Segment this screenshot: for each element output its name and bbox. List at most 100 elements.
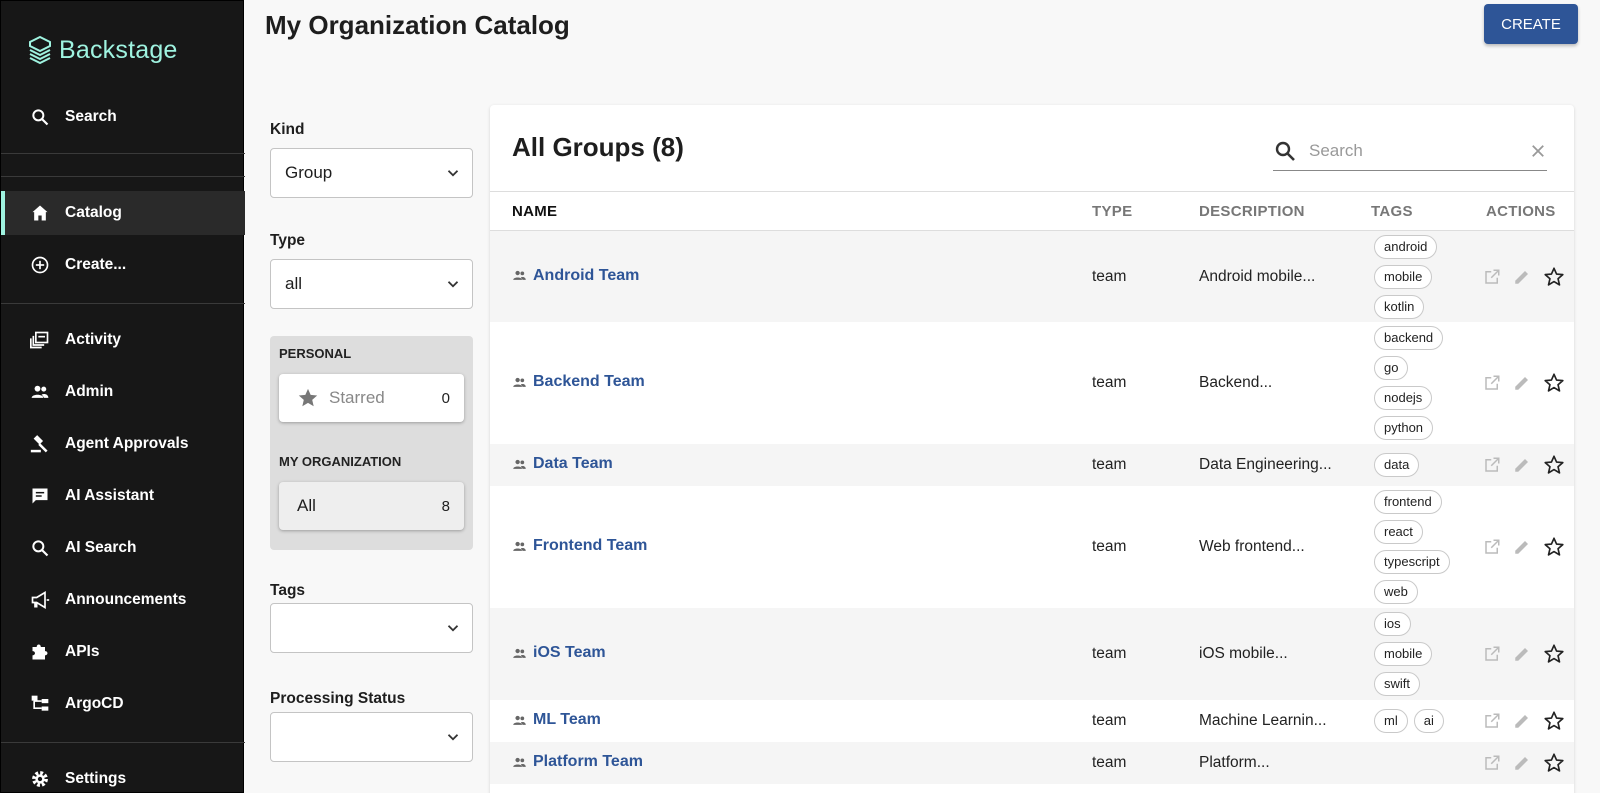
view-external-icon[interactable] xyxy=(1482,373,1502,393)
group-tags: frontend react typescript web xyxy=(1374,490,1450,604)
tag-chip: kotlin xyxy=(1374,295,1425,319)
group-description: Platform... xyxy=(1199,754,1270,771)
column-header-type[interactable]: TYPE xyxy=(1092,203,1132,220)
table-search-input[interactable] xyxy=(1309,140,1509,161)
star-icon[interactable] xyxy=(1542,265,1566,289)
view-external-icon[interactable] xyxy=(1482,537,1502,557)
group-name: Frontend Team xyxy=(533,537,648,554)
sidebar-item-argocd[interactable]: ArgoCD xyxy=(1,682,245,726)
table-row: Platform Team team Platform... xyxy=(490,742,1574,784)
sidebar-item-announcements[interactable]: Announcements xyxy=(1,578,245,622)
view-external-icon[interactable] xyxy=(1482,267,1502,287)
search-icon xyxy=(1275,141,1295,161)
group-type: team xyxy=(1092,712,1127,729)
type-select[interactable]: all xyxy=(270,259,473,309)
app-name: Backstage xyxy=(59,35,178,64)
star-icon[interactable] xyxy=(1542,535,1566,559)
sidebar-item-label: Announcements xyxy=(65,591,187,608)
edit-icon[interactable] xyxy=(1512,711,1532,731)
group-tags: ios mobile swift xyxy=(1374,612,1433,696)
edit-icon[interactable] xyxy=(1512,644,1532,664)
group-icon xyxy=(513,648,526,658)
gear-icon xyxy=(29,768,51,790)
user-list-picker: PERSONAL Starred 0 MY ORGANIZATION All 8 xyxy=(270,336,473,550)
star-icon[interactable] xyxy=(1542,642,1566,666)
sidebar-item-apis[interactable]: APIs xyxy=(1,630,245,674)
star-icon[interactable] xyxy=(1542,453,1566,477)
sidebar-item-admin[interactable]: Admin xyxy=(1,370,245,414)
starred-filter[interactable]: Starred 0 xyxy=(279,374,464,422)
kind-select-value: Group xyxy=(285,163,333,182)
sidebar-item-settings[interactable]: Settings xyxy=(1,757,245,793)
view-external-icon[interactable] xyxy=(1482,711,1502,731)
group-name-link[interactable]: Platform Team xyxy=(512,753,643,771)
column-header-name[interactable]: NAME xyxy=(512,203,557,220)
tag-chip: android xyxy=(1374,235,1438,259)
tag-chip: ml xyxy=(1374,709,1408,733)
page-title: My Organization Catalog xyxy=(265,10,570,40)
backstage-logo[interactable]: Backstage xyxy=(27,35,178,65)
group-name-link[interactable]: iOS Team xyxy=(512,644,606,662)
group-name-link[interactable]: Frontend Team xyxy=(512,537,647,555)
row-actions xyxy=(1482,265,1566,289)
group-name-link[interactable]: ML Team xyxy=(512,711,601,729)
star-icon[interactable] xyxy=(1542,371,1566,395)
tag-chip: web xyxy=(1374,580,1418,604)
edit-icon[interactable] xyxy=(1512,537,1532,557)
sidebar-item-catalog[interactable]: Catalog xyxy=(1,191,245,235)
edit-icon[interactable] xyxy=(1512,373,1532,393)
sidebar-item-activity[interactable]: Activity xyxy=(1,318,245,362)
group-type: team xyxy=(1092,754,1127,771)
table-row: Backend Team team Backend... backend go nodej… xyxy=(490,322,1574,444)
sidebar-item-ai-assistant[interactable]: AI Assistant xyxy=(1,474,245,518)
sidebar-item-agent-approvals[interactable]: Agent Approvals xyxy=(1,422,245,466)
sidebar-item-label: Agent Approvals xyxy=(65,435,189,452)
sidebar-search[interactable]: Search xyxy=(1,95,245,139)
star-icon[interactable] xyxy=(1542,709,1566,733)
sidebar-item-label: AI Assistant xyxy=(65,487,155,504)
backstage-logo-icon xyxy=(29,35,51,65)
sidebar-item-ai-search[interactable]: AI Search xyxy=(1,526,245,570)
activity-icon xyxy=(29,329,51,351)
group-type: team xyxy=(1092,456,1127,473)
tree-icon xyxy=(29,693,51,715)
type-filter-label: Type xyxy=(270,232,306,249)
processing-status-select[interactable] xyxy=(270,712,473,762)
group-name-link[interactable]: Android Team xyxy=(512,267,639,285)
tags-select[interactable] xyxy=(270,603,473,653)
row-actions xyxy=(1482,642,1566,666)
tag-chip: backend xyxy=(1374,326,1444,350)
edit-icon[interactable] xyxy=(1512,267,1532,287)
sidebar-item-create[interactable]: Create... xyxy=(1,243,245,287)
sidebar-divider xyxy=(1,303,245,304)
group-name: ML Team xyxy=(533,711,601,728)
group-name-link[interactable]: Data Team xyxy=(512,455,613,473)
kind-select[interactable]: Group xyxy=(270,148,473,198)
clear-search-icon[interactable] xyxy=(1529,142,1547,160)
column-header-description[interactable]: DESCRIPTION xyxy=(1199,203,1305,220)
table-row: Android Team team Android mobile... android… xyxy=(490,231,1574,322)
sidebar: Backstage Search Catalog Create... Activ… xyxy=(0,0,245,793)
chevron-down-icon xyxy=(447,281,459,288)
home-icon xyxy=(29,202,51,224)
all-filter[interactable]: All 8 xyxy=(279,482,464,530)
star-icon[interactable] xyxy=(1542,751,1566,775)
group-tags: android mobile kotlin xyxy=(1374,235,1438,319)
view-external-icon[interactable] xyxy=(1482,644,1502,664)
sidebar-item-label: APIs xyxy=(65,643,100,660)
create-button[interactable]: CREATE xyxy=(1484,4,1578,44)
megaphone-icon xyxy=(29,589,51,611)
group-name: Platform Team xyxy=(533,753,643,770)
sidebar-divider xyxy=(1,742,245,743)
edit-icon[interactable] xyxy=(1512,455,1532,475)
people-icon xyxy=(29,381,51,403)
sidebar-item-label: Admin xyxy=(65,383,114,400)
group-name-link[interactable]: Backend Team xyxy=(512,373,645,391)
edit-icon[interactable] xyxy=(1512,753,1532,773)
view-external-icon[interactable] xyxy=(1482,455,1502,475)
puzzle-icon xyxy=(29,641,51,663)
column-header-tags[interactable]: TAGS xyxy=(1371,203,1413,220)
sidebar-search-label: Search xyxy=(65,108,117,125)
view-external-icon[interactable] xyxy=(1482,753,1502,773)
starred-count: 0 xyxy=(441,389,450,407)
